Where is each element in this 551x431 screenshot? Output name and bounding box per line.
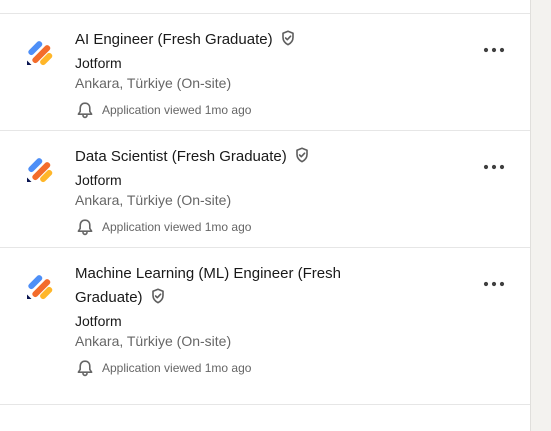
more-actions-button[interactable] xyxy=(482,272,506,296)
company-name: Jotform xyxy=(75,55,122,71)
company-name: Jotform xyxy=(75,313,122,329)
job-details: Machine Learning (ML) Engineer (Fresh Gr… xyxy=(75,262,460,378)
application-status: Application viewed 1mo ago xyxy=(75,358,460,378)
bell-icon xyxy=(77,360,93,377)
jotform-logo[interactable] xyxy=(24,153,56,185)
job-title-line[interactable]: Graduate) xyxy=(75,289,143,306)
job-details: AI Engineer (Fresh Graduate) Jotform Ank… xyxy=(75,28,460,120)
status-text: Application viewed 1mo ago xyxy=(102,361,252,375)
company-name: Jotform xyxy=(75,172,122,188)
job-title-row[interactable]: AI Engineer (Fresh Graduate) xyxy=(75,28,460,52)
application-status: Application viewed 1mo ago xyxy=(75,217,460,237)
job-title-row[interactable]: Machine Learning (ML) Engineer (Fresh Gr… xyxy=(75,262,460,310)
job-title-line[interactable]: Machine Learning (ML) Engineer (Fresh xyxy=(75,265,341,282)
more-actions-icon xyxy=(483,164,505,170)
status-text: Application viewed 1mo ago xyxy=(102,220,252,234)
job-location: Ankara, Türkiye (On-site) xyxy=(75,75,232,91)
more-actions-button[interactable] xyxy=(482,155,506,179)
bell-icon xyxy=(77,219,93,236)
job-list-item[interactable]: AI Engineer (Fresh Graduate) Jotform Ank… xyxy=(0,14,530,131)
job-list-item[interactable]: Data Scientist (Fresh Graduate) Jotform … xyxy=(0,131,530,248)
job-details: Data Scientist (Fresh Graduate) Jotform … xyxy=(75,145,460,237)
applied-jobs-panel: AI Engineer (Fresh Graduate) Jotform Ank… xyxy=(0,0,531,431)
application-status: Application viewed 1mo ago xyxy=(75,100,460,120)
verified-shield-icon xyxy=(296,147,308,163)
bell-icon xyxy=(77,102,93,119)
status-text: Application viewed 1mo ago xyxy=(102,103,252,117)
job-title[interactable]: Data Scientist (Fresh Graduate) xyxy=(75,148,287,165)
job-location: Ankara, Türkiye (On-site) xyxy=(75,333,232,349)
more-actions-icon xyxy=(483,281,505,287)
job-title[interactable]: AI Engineer (Fresh Graduate) xyxy=(75,31,273,48)
job-title-row[interactable]: Data Scientist (Fresh Graduate) xyxy=(75,145,460,169)
job-location: Ankara, Türkiye (On-site) xyxy=(75,192,232,208)
job-list-item[interactable]: Machine Learning (ML) Engineer (Fresh Gr… xyxy=(0,248,530,405)
jotform-logo[interactable] xyxy=(24,36,56,68)
more-actions-button[interactable] xyxy=(482,38,506,62)
more-actions-icon xyxy=(483,47,505,53)
verified-shield-icon xyxy=(151,288,164,304)
verified-shield-icon xyxy=(281,30,294,46)
jotform-logo[interactable] xyxy=(24,270,56,302)
